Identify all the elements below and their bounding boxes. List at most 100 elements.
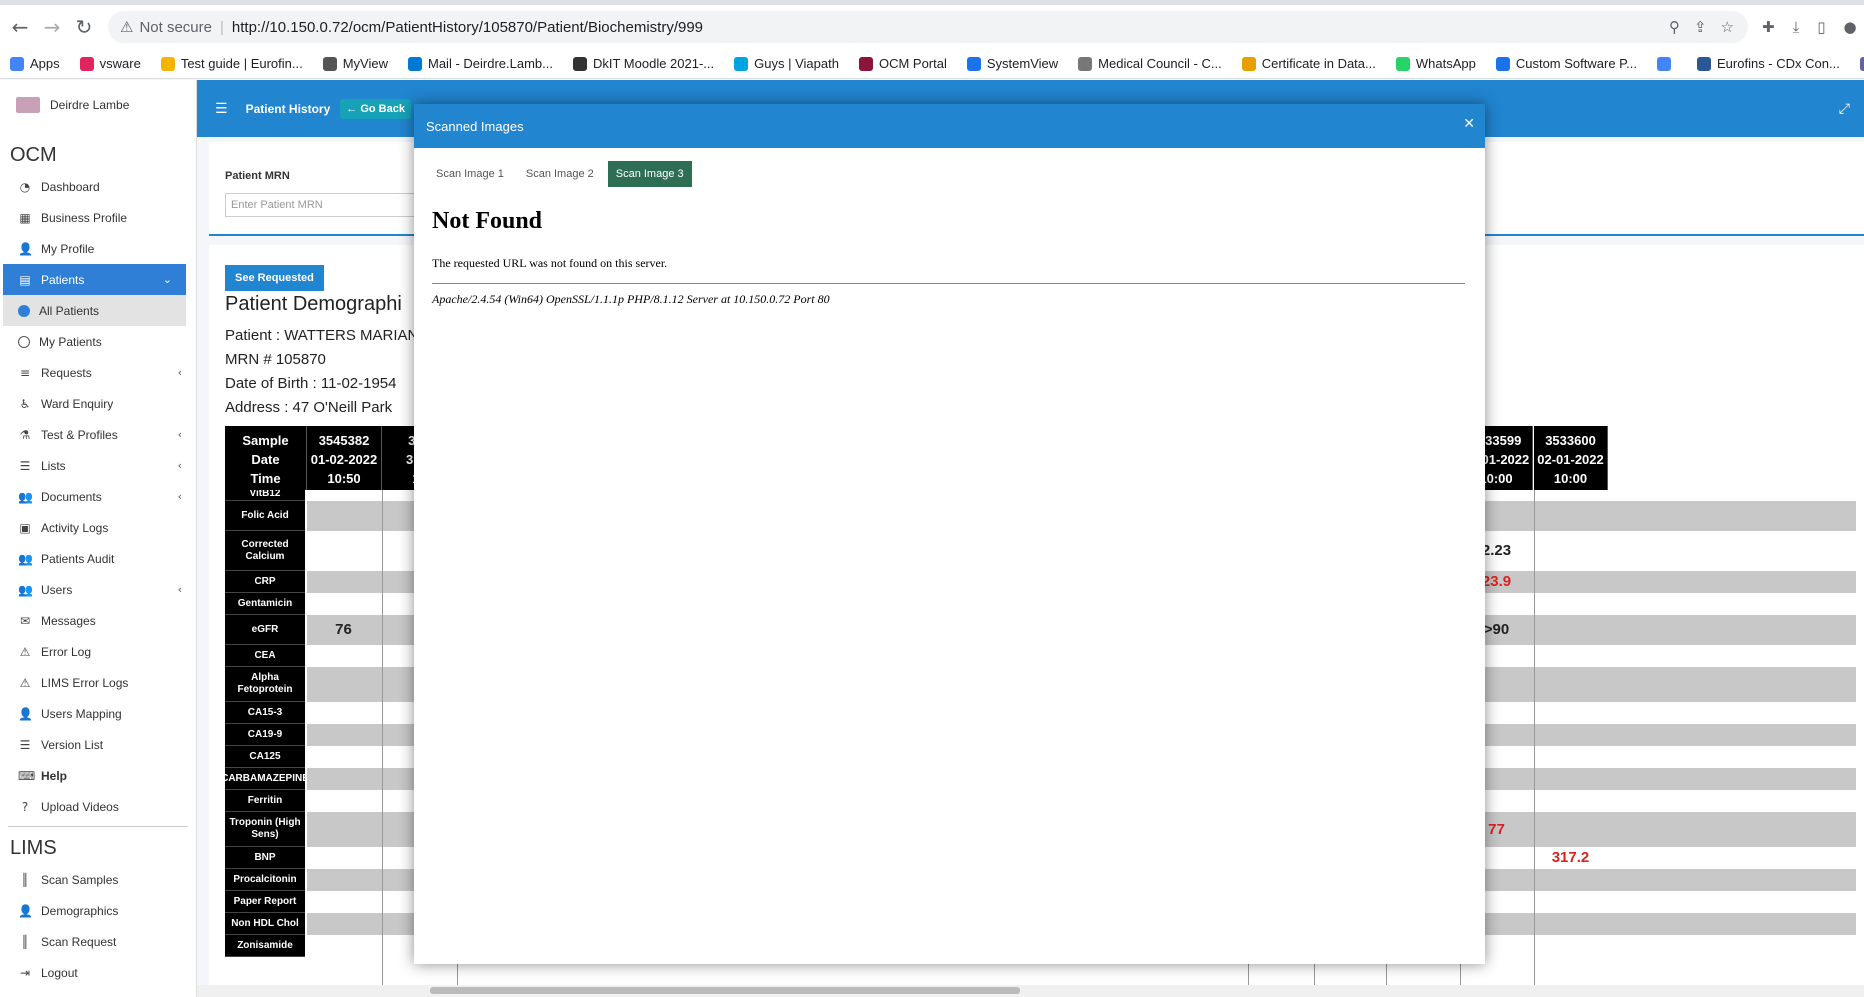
bookmark-icon	[1657, 56, 1671, 71]
sidebar-item-requests[interactable]: ≡ Requests ‹	[0, 357, 196, 388]
extensions-icon[interactable]: ✚	[1762, 18, 1775, 36]
warning-icon: ⚠	[120, 18, 134, 36]
table-header-sample[interactable]: 3545382 01-02-2022 10:50	[307, 426, 382, 490]
sidebar: Deirdre Lambe OCM ◔ Dashboard ▦ Business Pr…	[0, 80, 197, 997]
reload-icon[interactable]: ↻	[68, 11, 100, 43]
bookmark-item[interactable]: Microsoft Teams	[1859, 56, 1864, 71]
bookmark-item[interactable]: OCM Portal	[858, 56, 947, 71]
download-icon[interactable]: ⤓	[1793, 18, 1800, 36]
demographics-title: Patient Demographi	[225, 293, 402, 315]
sidebar-item-activity-logs[interactable]: ▣ Activity Logs	[0, 512, 196, 543]
bookmark-item[interactable]: Custom Software P...	[1495, 56, 1637, 71]
sidebar-item-dashboard[interactable]: ◔ Dashboard	[0, 171, 196, 202]
menu-toggle-icon[interactable]: ☰	[215, 101, 228, 117]
url-field[interactable]: ⚠ Not secure | http://10.150.0.72/ocm/Pa…	[108, 11, 1748, 43]
bookmark-item[interactable]: Test guide | Eurofin...	[160, 56, 303, 71]
sidebar-item-business-profile[interactable]: ▦ Business Profile	[0, 202, 196, 233]
sidebar-item-help[interactable]: ⌨ Help	[0, 760, 196, 791]
tab-scan-image-3[interactable]: Scan Image 3	[607, 161, 692, 187]
sidebar-item-label: Requests	[41, 365, 92, 380]
table-row-label: CRP	[225, 571, 305, 593]
bookmark-item[interactable]: vsware	[79, 56, 141, 71]
scan-tabs: Scan Image 1 Scan Image 2 Scan Image 3	[428, 161, 692, 187]
bookmark-icon	[1859, 56, 1864, 71]
sidebar-item-label: Help	[41, 768, 68, 783]
sidebar-item-my-profile[interactable]: 👤 My Profile	[0, 233, 196, 264]
sidebar-item-logout[interactable]: ⇥ Logout	[0, 957, 196, 988]
table-row-label: Alpha Fetoprotein	[225, 667, 305, 702]
sidebar-item-label: My Profile	[41, 241, 95, 256]
sidebar-item-test-profiles[interactable]: ⚗ Test & Profiles ‹	[0, 419, 196, 450]
bookmark-item[interactable]	[1657, 56, 1677, 71]
table-row-label: Corrected Calcium	[225, 531, 305, 571]
error-message: The requested URL was not found on this …	[432, 256, 668, 270]
user-profile[interactable]: Deirdre Lambe	[0, 80, 196, 130]
table-header-sample[interactable]: 3533600 02-01-2022 10:00	[1534, 426, 1608, 490]
bookmark-label: Eurofins - CDx Con...	[1717, 56, 1840, 71]
sidebar-item-ward-enquiry[interactable]: ♿ Ward Enquiry	[0, 388, 196, 419]
bookmark-item[interactable]: DkIT Moodle 2021-...	[572, 56, 714, 71]
sidebar-item-lists[interactable]: ☰ Lists ‹	[0, 450, 196, 481]
table-row-label: Troponin (High Sens)	[225, 812, 305, 847]
bookmark-label: Certificate in Data...	[1261, 56, 1376, 71]
zoom-icon[interactable]: ⚲	[1669, 18, 1680, 36]
divider	[432, 283, 1465, 284]
go-back-button[interactable]: ← Go Back	[340, 98, 411, 119]
sidebar-item-version-list[interactable]: ☰ Version List	[0, 729, 196, 760]
bookmark-label: OCM Portal	[878, 56, 947, 71]
sidepanel-icon[interactable]: ▯	[1817, 18, 1825, 36]
sidebar-item-label: Demographics	[41, 903, 119, 918]
error-heading: Not Found	[432, 208, 543, 234]
profile-icon[interactable]: ●	[1843, 18, 1856, 36]
mrn-input[interactable]: Enter Patient MRN	[225, 193, 420, 217]
close-icon[interactable]: ✕	[1463, 116, 1475, 132]
bookmark-item[interactable]: Eurofins - CDx Con...	[1697, 56, 1840, 71]
sidebar-item-label: My Patients	[39, 334, 102, 349]
test-icon: ⚗	[19, 427, 31, 442]
sidebar-item-label: Test & Profiles	[41, 427, 118, 442]
id-card-icon: ▤	[19, 272, 31, 287]
sidebar-item-error-log[interactable]: ⚠ Error Log	[0, 636, 196, 667]
chevron-left-icon: ‹	[177, 366, 182, 379]
bookmark-item[interactable]: SystemView	[966, 56, 1058, 71]
bookmark-item[interactable]: Guys | Viapath	[734, 56, 839, 71]
bookmark-item[interactable]: Certificate in Data...	[1241, 56, 1376, 71]
forward-icon[interactable]: →	[36, 11, 68, 43]
sidebar-item-all-patients[interactable]: All Patients	[3, 295, 186, 326]
fullscreen-icon[interactable]: ⤢	[1839, 101, 1850, 117]
table-row-label: CA15-3	[225, 702, 305, 724]
bookmark-item[interactable]: Mail - Deirdre.Lamb...	[408, 56, 553, 71]
star-icon[interactable]: ☆	[1721, 18, 1734, 36]
sidebar-item-messages[interactable]: ✉ Messages	[0, 605, 196, 636]
tab-scan-image-1[interactable]: Scan Image 1	[428, 161, 512, 187]
back-icon[interactable]: ←	[4, 11, 36, 43]
sidebar-item-upload-videos[interactable]: ? Upload Videos	[0, 791, 196, 822]
bookmark-item[interactable]: Apps	[10, 56, 60, 71]
table-row-label: Non HDL Chol	[225, 913, 305, 935]
bookmark-label: Apps	[30, 56, 60, 71]
warning-icon: ⚠	[19, 675, 31, 690]
bookmark-item[interactable]: MyView	[322, 56, 388, 71]
sidebar-item-lims-error-logs[interactable]: ⚠ LIMS Error Logs	[0, 667, 196, 698]
tab-scan-image-2[interactable]: Scan Image 2	[518, 161, 602, 187]
sidebar-item-scan-request[interactable]: ║ Scan Request	[0, 926, 196, 957]
bookmark-item[interactable]: WhatsApp	[1395, 56, 1476, 71]
bookmark-item[interactable]: Medical Council - C...	[1078, 56, 1222, 71]
barcode-icon: ║	[21, 934, 29, 949]
chevron-left-icon: ‹	[177, 459, 182, 472]
table-row-label: BNP	[225, 847, 305, 869]
sidebar-item-users-mapping[interactable]: 👤 Users Mapping	[0, 698, 196, 729]
sidebar-item-my-patients[interactable]: My Patients	[0, 326, 196, 357]
sidebar-item-scan-samples[interactable]: ║ Scan Samples	[0, 864, 196, 895]
sidebar-item-demographics[interactable]: 👤 Demographics	[0, 895, 196, 926]
sidebar-item-patients[interactable]: ▤ Patients ⌄	[3, 264, 186, 295]
sidebar-item-documents[interactable]: 👥 Documents ‹	[0, 481, 196, 512]
share-icon[interactable]: ⇪	[1694, 18, 1707, 36]
sidebar-item-patients-audit[interactable]: 👥 Patients Audit	[0, 543, 196, 574]
bookmark-icon	[1495, 56, 1510, 71]
sidebar-item-users[interactable]: 👥 Users ‹	[0, 574, 196, 605]
see-requested-button[interactable]: See Requested	[225, 265, 324, 291]
sidebar-item-label: Scan Request	[41, 934, 117, 949]
chevron-left-icon: ‹	[177, 490, 182, 503]
scrollbar-thumb[interactable]	[430, 987, 1020, 994]
